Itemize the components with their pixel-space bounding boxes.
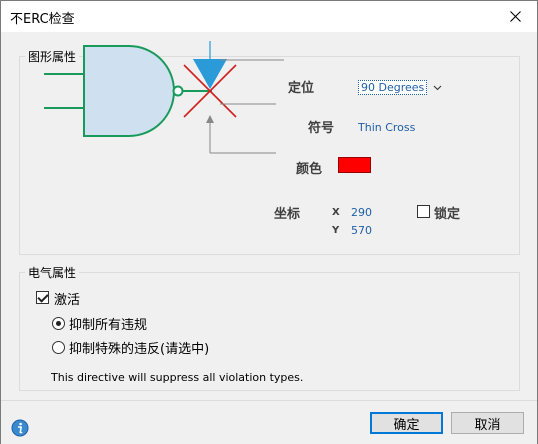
color-label: 颜色 — [296, 162, 323, 177]
lock-checkbox[interactable] — [417, 205, 430, 218]
suppress-all-label: 抑制所有违规 — [69, 318, 148, 333]
symbol-value[interactable]: Thin Cross — [358, 121, 415, 134]
coordinates-label: 坐标 — [274, 207, 301, 222]
close-icon — [509, 11, 521, 22]
y-axis-label: Y — [332, 225, 340, 236]
lock-label: 锁定 — [434, 207, 461, 222]
color-swatch[interactable] — [338, 157, 371, 173]
active-label: 激活 — [54, 293, 81, 308]
title-bar: 不ERC检查 — [1, 1, 537, 32]
nand-gate-body — [83, 45, 175, 137]
electrical-properties-legend: 电气属性 — [25, 264, 80, 281]
window-title: 不ERC检查 — [10, 12, 75, 27]
active-checkbox[interactable] — [36, 291, 49, 304]
position-value: 90 Degrees — [358, 79, 428, 95]
suppress-specific-label: 抑制特殊的违反(请选中) — [69, 342, 210, 357]
color-leader-arrowhead — [206, 115, 214, 123]
ok-button[interactable]: 确定 — [370, 412, 443, 434]
x-axis-label: X — [332, 207, 340, 218]
symbol-label: 符号 — [308, 121, 335, 136]
position-label: 定位 — [288, 81, 315, 96]
gate-diagram — [44, 41, 284, 154]
chevron-down-icon — [433, 85, 442, 90]
dialog-body: 图形属性 定位 90 Degrees 符号 Thin Cross 颜色 坐标 X… — [1, 32, 537, 400]
position-dropdown[interactable]: 90 Degrees — [358, 79, 442, 95]
directive-description: This directive will suppress all violati… — [51, 371, 304, 384]
info-icon[interactable] — [11, 419, 29, 437]
erc-dialog: 不ERC检查 图形属性 定位 90 Degrees 符号 Thin Cross … — [0, 0, 538, 444]
dialog-footer: 确定 取消 — [1, 400, 537, 444]
electrical-properties-group: 电气属性 激活 抑制所有违规 抑制特殊的违反(请选中) This directi… — [19, 264, 520, 391]
x-coordinate-value[interactable]: 290 — [351, 206, 372, 219]
direction-arrow — [193, 59, 227, 89]
suppress-all-radio[interactable] — [52, 317, 65, 330]
graphic-properties-group: 图形属性 定位 90 Degrees 符号 Thin Cross 颜色 坐标 X… — [19, 41, 520, 255]
inverter-bubble — [172, 85, 184, 97]
cancel-button[interactable]: 取消 — [451, 412, 524, 434]
close-button[interactable] — [493, 1, 537, 32]
suppress-specific-radio[interactable] — [52, 341, 65, 354]
y-coordinate-value[interactable]: 570 — [351, 224, 372, 237]
